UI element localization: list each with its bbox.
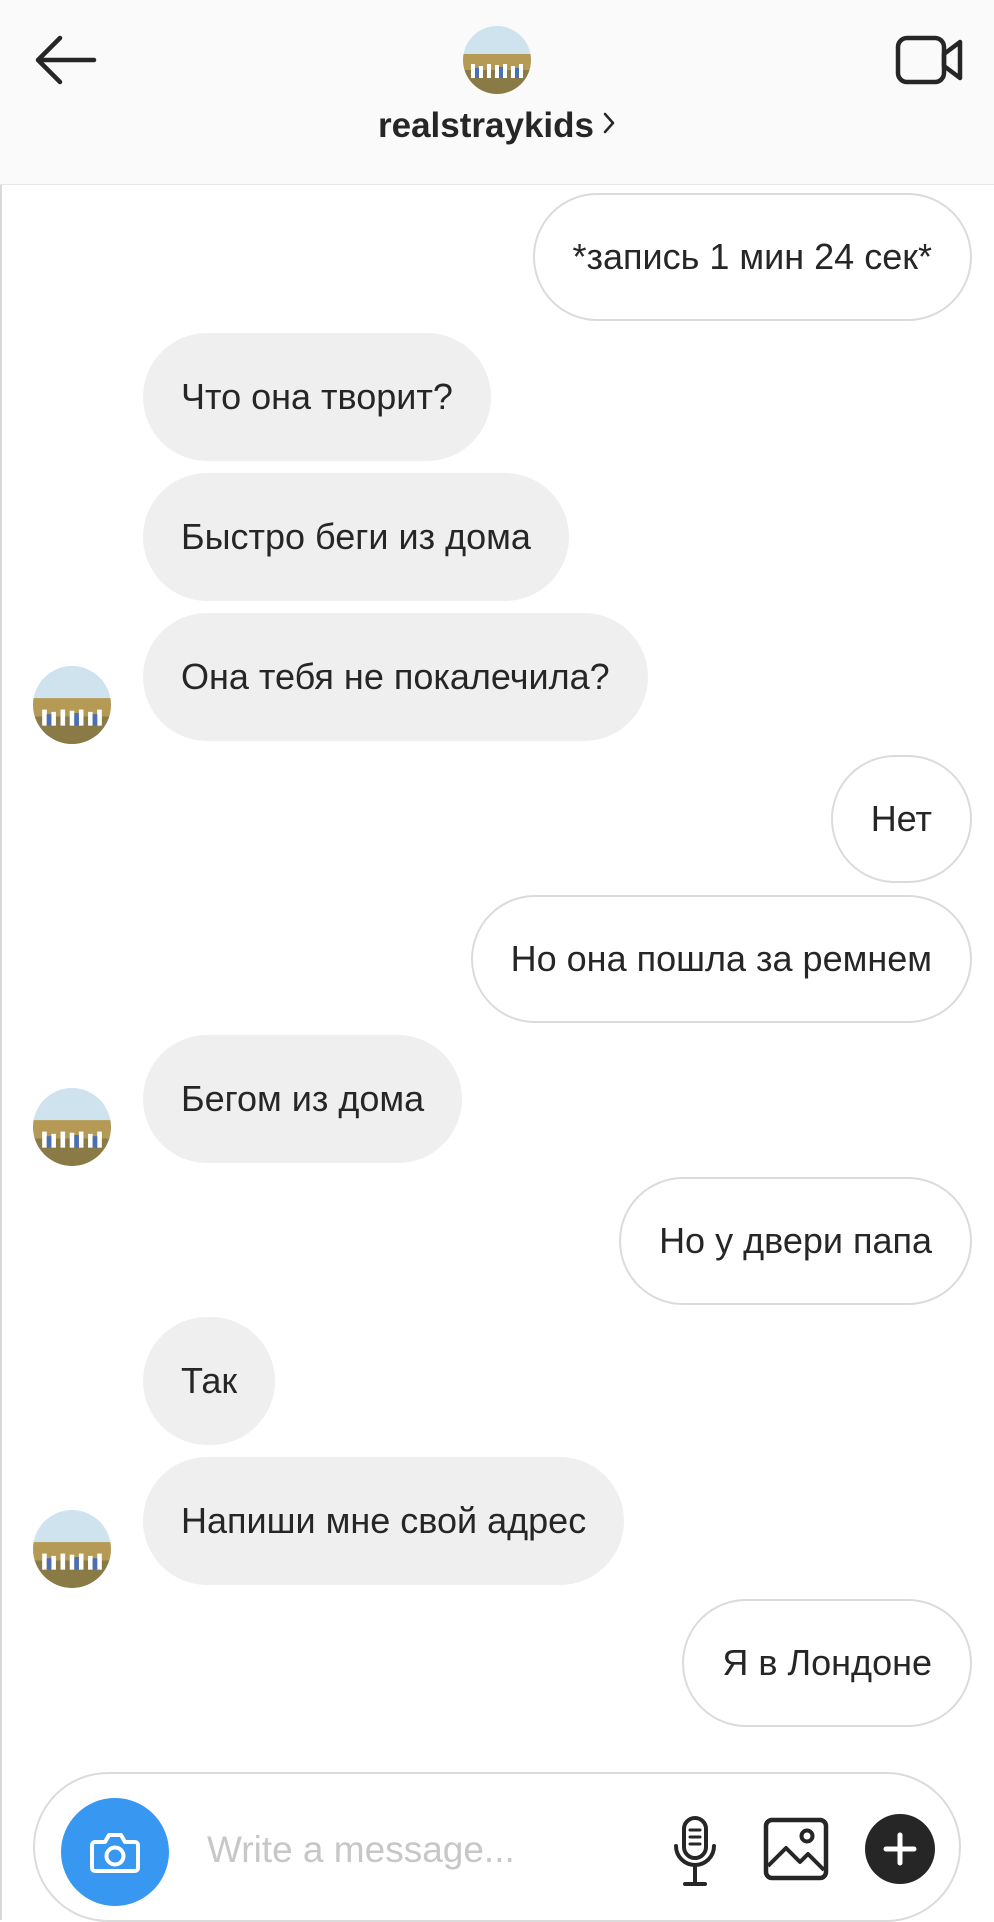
- message-text: Нет: [870, 798, 932, 839]
- camera-button[interactable]: [61, 1798, 169, 1906]
- message-text: Напиши мне свой адрес: [181, 1500, 587, 1541]
- back-button[interactable]: [30, 30, 100, 90]
- microphone-icon: [674, 1816, 716, 1886]
- plus-circle-icon: [883, 1832, 917, 1866]
- message-text: Она тебя не покалечила?: [181, 656, 610, 697]
- arrow-left-icon: [35, 35, 97, 85]
- message-bubble-outgoing[interactable]: Нет: [830, 755, 972, 883]
- message-composer: [33, 1772, 961, 1922]
- message-bubble-outgoing[interactable]: Но она пошла за ремнем: [470, 895, 972, 1023]
- message-thread: *запись 1 мин 24 сек* Что она творит? Бы…: [0, 185, 994, 1745]
- message-text: *запись 1 мин 24 сек*: [572, 236, 933, 277]
- message-text: Бегом из дома: [181, 1078, 425, 1119]
- more-options-button[interactable]: [865, 1814, 935, 1884]
- message-bubble-outgoing[interactable]: *запись 1 мин 24 сек*: [532, 193, 972, 321]
- message-bubble-outgoing[interactable]: Я в Лондоне: [682, 1599, 972, 1727]
- video-call-button[interactable]: [894, 30, 966, 90]
- sender-avatar[interactable]: [33, 666, 111, 744]
- message-text: Но она пошла за ремнем: [510, 938, 932, 979]
- chat-header: realstraykids: [0, 0, 994, 185]
- chevron-right-icon: [602, 104, 616, 144]
- message-text: Я в Лондоне: [722, 1642, 932, 1683]
- message-bubble-incoming[interactable]: Быстро беги из дома: [143, 473, 569, 601]
- message-bubble-incoming[interactable]: Она тебя не покалечила?: [143, 613, 648, 741]
- group-photo-avatar: [33, 1510, 111, 1588]
- message-bubble-incoming[interactable]: Напиши мне свой адрес: [143, 1457, 625, 1585]
- message-text: Быстро беги из дома: [181, 516, 531, 557]
- message-bubble-incoming[interactable]: Так: [143, 1317, 276, 1445]
- message-bubble-outgoing[interactable]: Но у двери папа: [619, 1177, 972, 1305]
- message-bubble-incoming[interactable]: Что она творит?: [143, 333, 491, 461]
- message-text: Так: [181, 1360, 238, 1401]
- camera-icon: [90, 1833, 140, 1873]
- group-photo-avatar: [33, 666, 111, 744]
- chat-username: realstraykids: [378, 106, 594, 145]
- group-photo-avatar: [463, 26, 531, 94]
- chat-username-link[interactable]: realstraykids: [0, 104, 994, 146]
- message-text: Но у двери папа: [659, 1220, 932, 1261]
- sender-avatar[interactable]: [33, 1088, 111, 1166]
- sender-avatar[interactable]: [33, 1510, 111, 1588]
- message-bubble-incoming[interactable]: Бегом из дома: [143, 1035, 463, 1163]
- image-icon: [763, 1817, 829, 1881]
- avatar[interactable]: [463, 26, 531, 94]
- video-camera-icon: [895, 35, 963, 85]
- message-input[interactable]: [205, 1814, 689, 1886]
- gallery-button[interactable]: [761, 1814, 831, 1884]
- message-text: Что она творит?: [181, 376, 453, 417]
- group-photo-avatar: [33, 1088, 111, 1166]
- voice-message-button[interactable]: [667, 1814, 723, 1890]
